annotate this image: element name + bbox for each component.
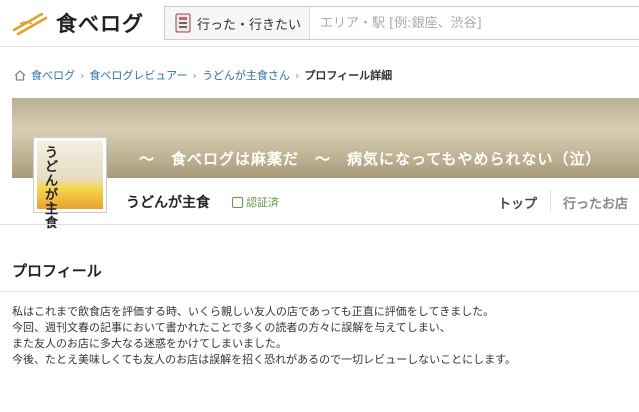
home-icon bbox=[14, 69, 26, 81]
user-row-divider bbox=[0, 224, 639, 225]
tab-visited-shops[interactable]: 行ったお店 bbox=[563, 193, 628, 212]
chopsticks-logo-icon bbox=[12, 12, 48, 36]
site-header: 食べログ 行った・行きたい bbox=[0, 0, 639, 46]
cover-tagline: ～ 食べログは麻薬だ ～ 病気になってもやめられない（泣） bbox=[139, 150, 602, 168]
profile-line: 今回、週刊文春の記事において書かれたことで多くの読者の方々に誤解を与えてしまい、 bbox=[12, 321, 451, 334]
user-name: うどんが主食 bbox=[126, 195, 210, 211]
search-box: 行った・行きたい bbox=[164, 6, 639, 40]
user-info-row: うどんが主食 認証済 トップ 行ったお店 bbox=[0, 178, 639, 224]
area-station-input[interactable] bbox=[310, 7, 639, 39]
breadcrumb: 食べログ › 食べログレビュアー › うどんが主食さん › プロフィール詳細 bbox=[14, 67, 392, 83]
verified-badge: 認証済 bbox=[232, 194, 279, 210]
verified-icon bbox=[232, 196, 243, 208]
breadcrumb-link-user[interactable]: うどんが主食さん bbox=[202, 67, 290, 83]
chevron-right-icon: › bbox=[192, 68, 197, 82]
verified-label: 認証済 bbox=[246, 196, 279, 209]
site-logo[interactable]: 食べログ bbox=[12, 10, 144, 36]
logo-text: 食べログ bbox=[56, 12, 144, 36]
tab-top[interactable]: トップ bbox=[498, 193, 537, 212]
visited-wanted-selector[interactable]: 行った・行きたい bbox=[165, 7, 311, 39]
profile-section-title: プロフィール bbox=[12, 262, 102, 280]
profile-line: また友人のお店に多大なる迷惑をかけてしまいました。 bbox=[12, 337, 287, 350]
chevron-right-icon: › bbox=[80, 68, 85, 82]
profile-line: 私はこれまで飲食店を評価する時、いくら親しい友人の店であっても正直に評価をしてき… bbox=[12, 305, 495, 318]
profile-body: 私はこれまで飲食店を評価する時、いくら親しい友人の店であっても正直に評価をしてき… bbox=[12, 304, 627, 368]
profile-line: 今後、たとえ美味しくても友人のお店は誤解を招く恐れがあるので一切レビューしないこ… bbox=[12, 353, 517, 366]
section-divider bbox=[0, 291, 639, 292]
visited-wanted-label: 行った・行きたい bbox=[197, 17, 302, 33]
header-divider bbox=[0, 46, 639, 47]
nav-divider bbox=[550, 190, 551, 212]
breadcrumb-link-reviewers[interactable]: 食べログレビュアー bbox=[89, 67, 187, 83]
restaurant-card-icon bbox=[175, 13, 191, 33]
breadcrumb-current: プロフィール詳細 bbox=[304, 69, 393, 82]
chevron-right-icon: › bbox=[294, 68, 300, 82]
breadcrumb-link-tabelog[interactable]: 食べログ bbox=[31, 67, 75, 83]
